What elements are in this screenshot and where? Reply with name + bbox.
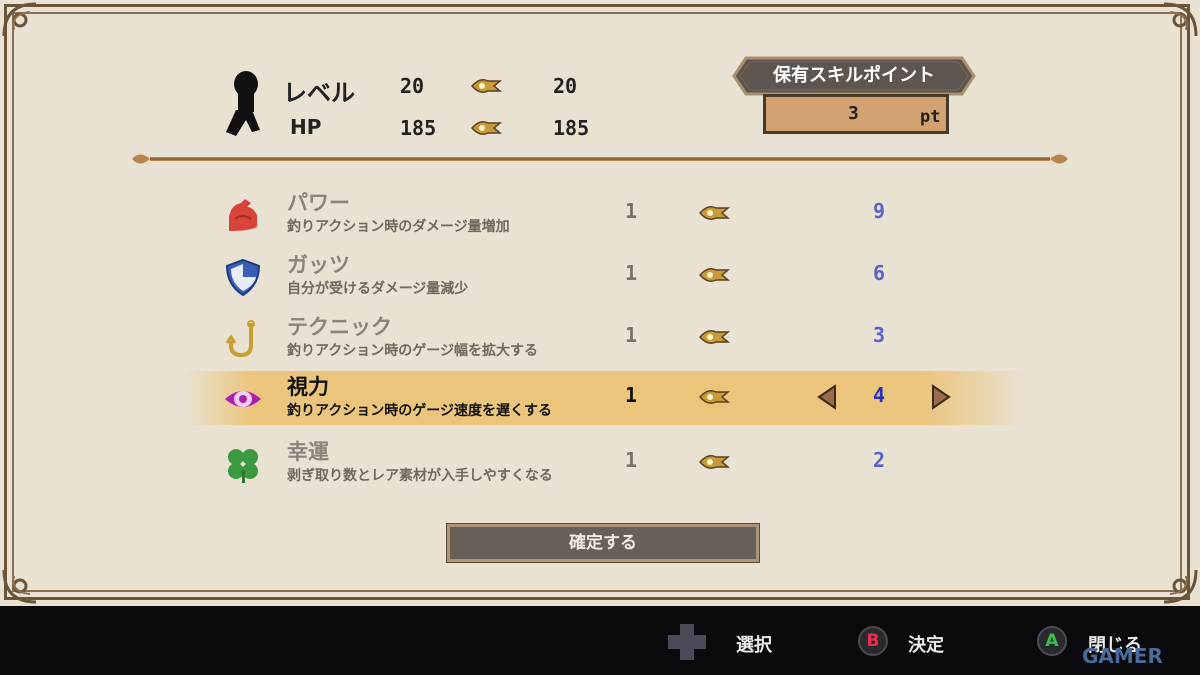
arrow-right-icon: [470, 117, 504, 139]
corner-ornament-icon: [0, 566, 40, 606]
skill-next-level: 2: [873, 448, 886, 472]
corner-ornament-icon: [1160, 0, 1200, 40]
skill-description: 釣りアクション時のダメージ量増加: [287, 219, 510, 235]
skill-row-guts[interactable]: ガッツ 自分が受けるダメージ量減少 1 6: [185, 249, 1025, 303]
skill-description: 剥ぎ取り数とレア素材が入手しやすくなる: [287, 468, 553, 484]
skill-next-level: 9: [873, 199, 886, 223]
dpad-icon: [666, 622, 708, 662]
arrow-right-icon: [698, 386, 732, 408]
level-current: 20: [400, 74, 425, 98]
arrow-right-icon: [698, 264, 732, 286]
skill-name: パワー: [287, 191, 350, 215]
arrow-right-icon: [698, 326, 732, 348]
corner-ornament-icon: [0, 0, 40, 40]
b-button-icon: B: [858, 626, 888, 656]
shield-icon: [223, 257, 263, 297]
skill-next-level: 4: [873, 383, 886, 407]
hp-label: HP: [290, 115, 322, 139]
level-next: 20: [553, 74, 578, 98]
muscle-icon: [223, 195, 263, 235]
hook-icon: [223, 319, 263, 359]
watermark: GAMER: [1082, 644, 1163, 668]
arrow-right-icon: [698, 451, 732, 473]
hp-next: 185: [553, 116, 590, 140]
skill-current-level: 1: [625, 323, 638, 347]
skill-current-level: 1: [625, 383, 638, 407]
increase-button[interactable]: [929, 383, 953, 411]
ornamental-divider: [130, 150, 1070, 168]
skill-name: 視力: [287, 375, 329, 399]
skill-name: 幸運: [287, 440, 329, 464]
skill-next-level: 6: [873, 261, 886, 285]
a-button-icon: A: [1037, 626, 1067, 656]
skill-row-luck[interactable]: 幸運 剥ぎ取り数とレア素材が入手しやすくなる 1 2: [185, 436, 1025, 490]
skill-current-level: 1: [625, 261, 638, 285]
select-label: 選択: [736, 635, 772, 656]
decrease-button[interactable]: [815, 383, 839, 411]
skill-name: ガッツ: [287, 253, 350, 277]
skill-points-value: 3: [848, 103, 859, 124]
skill-current-level: 1: [625, 199, 638, 223]
corner-ornament-icon: [1160, 566, 1200, 606]
skill-name: テクニック: [287, 315, 392, 339]
skill-row-power[interactable]: パワー 釣りアクション時のダメージ量増加 1 9: [185, 187, 1025, 241]
arrow-right-icon: [470, 75, 504, 97]
confirm-label: 確定する: [569, 533, 637, 553]
confirm-button[interactable]: 確定する: [446, 523, 760, 563]
hp-current: 185: [400, 116, 437, 140]
skill-description: 釣りアクション時のゲージ速度を遅くする: [287, 403, 553, 419]
skill-description: 釣りアクション時のゲージ幅を拡大する: [287, 343, 539, 359]
decide-label: 決定: [908, 635, 944, 656]
skill-row-vision[interactable]: 視力 釣りアクション時のゲージ速度を遅くする 1 4: [185, 371, 1025, 425]
arrow-right-icon: [698, 202, 732, 224]
skill-row-technique[interactable]: テクニック 釣りアクション時のゲージ幅を拡大する 1 3: [185, 311, 1025, 365]
skill-points-title: 保有スキルポイント: [773, 65, 935, 86]
eye-icon: [223, 379, 263, 419]
skill-panel: レベル 20 20 HP 185 185 保有スキルポイント 3 pt パワー …: [0, 0, 1200, 606]
player-avatar: [222, 70, 266, 138]
skill-current-level: 1: [625, 448, 638, 472]
clover-icon: [223, 444, 263, 484]
level-label: レベル: [283, 79, 355, 107]
skill-next-level: 3: [873, 323, 886, 347]
skill-description: 自分が受けるダメージ量減少: [287, 281, 469, 297]
skill-points-unit: pt: [920, 107, 941, 127]
